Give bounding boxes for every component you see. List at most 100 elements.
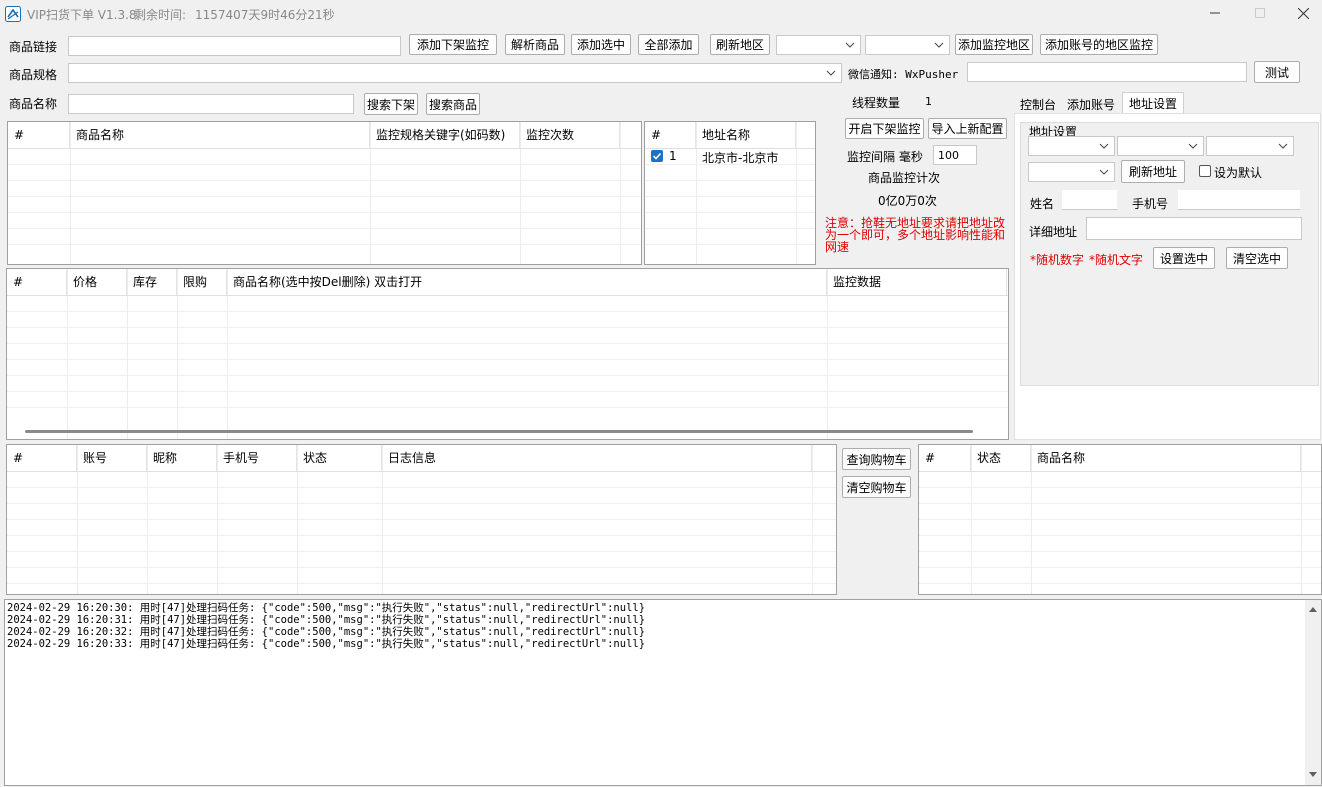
add-region-monitor-button[interactable]: 添加监控地区 bbox=[955, 34, 1033, 55]
log-lines: 2024-02-29 16:20:30: 用时[47]处理扫码任务: {"cod… bbox=[7, 602, 1297, 650]
row-checkbox[interactable] bbox=[651, 150, 663, 162]
product-link-input[interactable] bbox=[68, 36, 401, 56]
region-select-1[interactable] bbox=[776, 35, 861, 55]
refresh-address-button[interactable]: 刷新地址 bbox=[1121, 160, 1185, 183]
grid-line bbox=[696, 122, 697, 264]
maximize-button[interactable] bbox=[1240, 0, 1280, 26]
add-account-region-monitor-button[interactable]: 添加账号的地区监控 bbox=[1040, 34, 1158, 55]
grid-line bbox=[8, 212, 641, 213]
column-header[interactable]: # bbox=[7, 269, 67, 295]
product-spec-select[interactable] bbox=[68, 63, 842, 83]
random-text-link[interactable]: *随机文字 bbox=[1089, 251, 1143, 268]
column-header[interactable]: 价格 bbox=[67, 269, 127, 295]
vertical-scrollbar[interactable] bbox=[1305, 600, 1321, 785]
refresh-region-button[interactable]: 刷新地区 bbox=[710, 34, 770, 55]
horizontal-scrollbar[interactable] bbox=[25, 430, 973, 433]
column-header[interactable]: 商品名称(选中按Del删除) 双击打开 bbox=[227, 269, 827, 295]
search-offshelf-button[interactable]: 搜索下架 bbox=[364, 93, 418, 115]
start-offshelf-monitor-button[interactable]: 开启下架监控 bbox=[845, 118, 924, 139]
interval-input[interactable]: 100 bbox=[933, 145, 977, 165]
scroll-down-icon[interactable] bbox=[1308, 770, 1318, 780]
monitor-count-label: 商品监控计次 bbox=[868, 171, 941, 185]
name-input[interactable] bbox=[1062, 190, 1117, 210]
column-header[interactable]: 日志信息 bbox=[382, 445, 812, 471]
column-header[interactable]: 监控数据 bbox=[827, 269, 1007, 295]
column-header[interactable]: 限购 bbox=[177, 269, 227, 295]
address-select[interactable] bbox=[1028, 162, 1115, 182]
add-selected-button[interactable]: 添加选中 bbox=[571, 34, 631, 55]
district-select[interactable] bbox=[1206, 136, 1294, 156]
thread-count-input[interactable]: 1 bbox=[921, 91, 939, 111]
column-header[interactable]: 手机号 bbox=[217, 445, 297, 471]
grid-line bbox=[520, 122, 521, 264]
monitor-table-header: # 商品名称 监控规格关键字(如码数) 监控次数 bbox=[8, 122, 620, 148]
column-header[interactable]: # bbox=[645, 122, 696, 148]
add-offshelf-monitor-button[interactable]: 添加下架监控 bbox=[409, 34, 497, 55]
chevron-down-icon bbox=[845, 42, 855, 48]
column-header[interactable]: 昵称 bbox=[147, 445, 217, 471]
detail-address-input[interactable] bbox=[1086, 217, 1302, 240]
account-table[interactable]: # 账号 昵称 手机号 状态 日志信息 bbox=[6, 444, 837, 595]
grid-line bbox=[645, 228, 815, 229]
log-line: 2024-02-29 16:20:31: 用时[47]处理扫码任务: {"cod… bbox=[7, 614, 646, 626]
search-goods-button[interactable]: 搜索商品 bbox=[426, 93, 480, 115]
test-button[interactable]: 测试 bbox=[1254, 61, 1300, 83]
grid-line bbox=[8, 164, 641, 165]
import-config-button[interactable]: 导入上新配置 bbox=[928, 118, 1007, 139]
column-header[interactable]: # bbox=[7, 445, 77, 471]
tab-add-account[interactable]: 添加账号 bbox=[1063, 94, 1119, 114]
column-header[interactable]: 地址名称 bbox=[696, 122, 796, 148]
close-icon bbox=[1298, 7, 1309, 19]
product-name-input[interactable] bbox=[68, 94, 354, 114]
address-table[interactable]: # 地址名称 1 北京市-北京市 bbox=[644, 121, 816, 265]
scroll-up-icon[interactable] bbox=[1308, 604, 1318, 614]
column-header[interactable]: 状态 bbox=[971, 445, 1031, 471]
log-textarea[interactable]: 2024-02-29 16:20:30: 用时[47]处理扫码任务: {"cod… bbox=[4, 599, 1322, 786]
cart-table-header: # 状态 商品名称 bbox=[919, 445, 1301, 471]
column-header[interactable]: # bbox=[919, 445, 971, 471]
wechat-notify-label: 微信通知: WxPusher bbox=[848, 68, 959, 81]
phone-input[interactable] bbox=[1178, 190, 1300, 210]
clear-cart-button[interactable]: 清空购物车 bbox=[842, 476, 911, 498]
maximize-icon bbox=[1255, 8, 1265, 18]
grid-line bbox=[370, 122, 371, 264]
column-header[interactable]: 账号 bbox=[77, 445, 147, 471]
grid-line bbox=[7, 391, 1008, 392]
close-button[interactable] bbox=[1285, 0, 1322, 26]
column-header[interactable]: # bbox=[8, 122, 70, 148]
parse-product-button[interactable]: 解析商品 bbox=[505, 34, 565, 55]
clear-selected-button[interactable]: 清空选中 bbox=[1226, 247, 1288, 269]
cart-table[interactable]: # 状态 商品名称 bbox=[918, 444, 1322, 595]
grid-line bbox=[645, 244, 815, 245]
column-header[interactable]: 商品名称 bbox=[1031, 445, 1301, 471]
window-title: VIP扫货下单 V1.3.8 bbox=[27, 8, 137, 22]
wechat-notify-input[interactable] bbox=[967, 62, 1247, 82]
tab-address-settings[interactable]: 地址设置 bbox=[1122, 92, 1185, 114]
add-all-button[interactable]: 全部添加 bbox=[638, 34, 699, 55]
set-selected-button[interactable]: 设置选中 bbox=[1153, 247, 1215, 269]
grid-line bbox=[7, 311, 1008, 312]
column-header[interactable]: 状态 bbox=[297, 445, 382, 471]
monitor-table[interactable]: # 商品名称 监控规格关键字(如码数) 监控次数 bbox=[7, 121, 642, 265]
column-header[interactable]: 商品名称 bbox=[70, 122, 370, 148]
default-checkbox[interactable] bbox=[1199, 165, 1211, 177]
column-header[interactable]: 监控规格关键字(如码数) bbox=[370, 122, 520, 148]
chevron-down-icon bbox=[1099, 169, 1109, 175]
grid-line bbox=[7, 359, 1008, 360]
random-number-link[interactable]: *随机数字 bbox=[1030, 251, 1084, 268]
notice-text: 注意：抢鞋无地址要求请把地址改为一个即可，多个地址影响性能和网速 bbox=[825, 216, 1006, 254]
province-select[interactable] bbox=[1028, 136, 1115, 156]
region-select-2[interactable] bbox=[865, 35, 950, 55]
city-select[interactable] bbox=[1117, 136, 1204, 156]
tab-console[interactable]: 控制台 bbox=[1016, 94, 1060, 114]
goods-table[interactable]: # 价格 库存 限购 商品名称(选中按Del删除) 双击打开 监控数据 bbox=[6, 268, 1009, 440]
grid-line bbox=[919, 519, 1321, 520]
query-cart-button[interactable]: 查询购物车 bbox=[842, 448, 911, 470]
column-header[interactable]: 监控次数 bbox=[520, 122, 620, 148]
grid-line bbox=[8, 228, 641, 229]
column-header[interactable]: 库存 bbox=[127, 269, 177, 295]
table-row[interactable]: 1 北京市-北京市 bbox=[645, 148, 815, 165]
grid-line bbox=[7, 487, 836, 488]
minimize-button[interactable] bbox=[1195, 0, 1235, 26]
tab-panel: 地址设置 刷新地址 设为默认 姓名 手机号 详细地址 *随机数字 *随机文字 设… bbox=[1014, 113, 1321, 440]
